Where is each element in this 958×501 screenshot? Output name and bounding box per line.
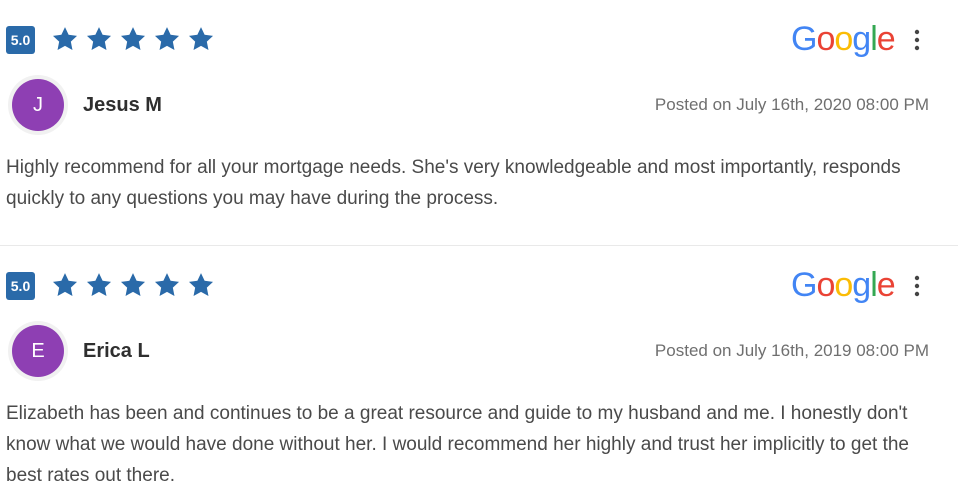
star-icon [120,27,146,50]
review-card: 5.0 Google E Erica L Posted on July 16th… [0,245,958,501]
star-icon [52,27,78,50]
star-rating [51,25,215,55]
star-icon [154,273,180,296]
star-icon [86,27,112,50]
avatar-initial: E [12,325,64,377]
author-name[interactable]: Erica L [83,338,150,364]
rating-badge: 5.0 [6,272,35,300]
google-logo[interactable]: Google [791,265,896,305]
more-options-button[interactable] [907,274,927,298]
star-icon [188,273,214,296]
google-logo[interactable]: Google [791,19,896,59]
avatar[interactable]: E [8,321,68,381]
more-vertical-icon [914,275,920,297]
star-icon [86,273,112,296]
review-text: Highly recommend for all your mortgage n… [6,157,901,209]
author-name[interactable]: Jesus M [83,92,162,118]
more-vertical-icon [914,29,920,51]
star-icon [52,273,78,296]
review-card: 5.0 Google J Jesus M Posted on July 16th… [0,0,958,245]
posted-date: Posted on July 16th, 2019 08:00 PM [654,341,929,360]
review-text: Elizabeth has been and continues to be a… [6,403,909,486]
star-rating [51,271,215,301]
avatar-initial: J [12,79,64,131]
posted-date: Posted on July 16th, 2020 08:00 PM [654,95,929,114]
star-icon [188,27,214,50]
star-icon [120,273,146,296]
rating-badge: 5.0 [6,26,35,54]
more-options-button[interactable] [907,28,927,52]
avatar[interactable]: J [8,75,68,135]
star-icon [154,27,180,50]
